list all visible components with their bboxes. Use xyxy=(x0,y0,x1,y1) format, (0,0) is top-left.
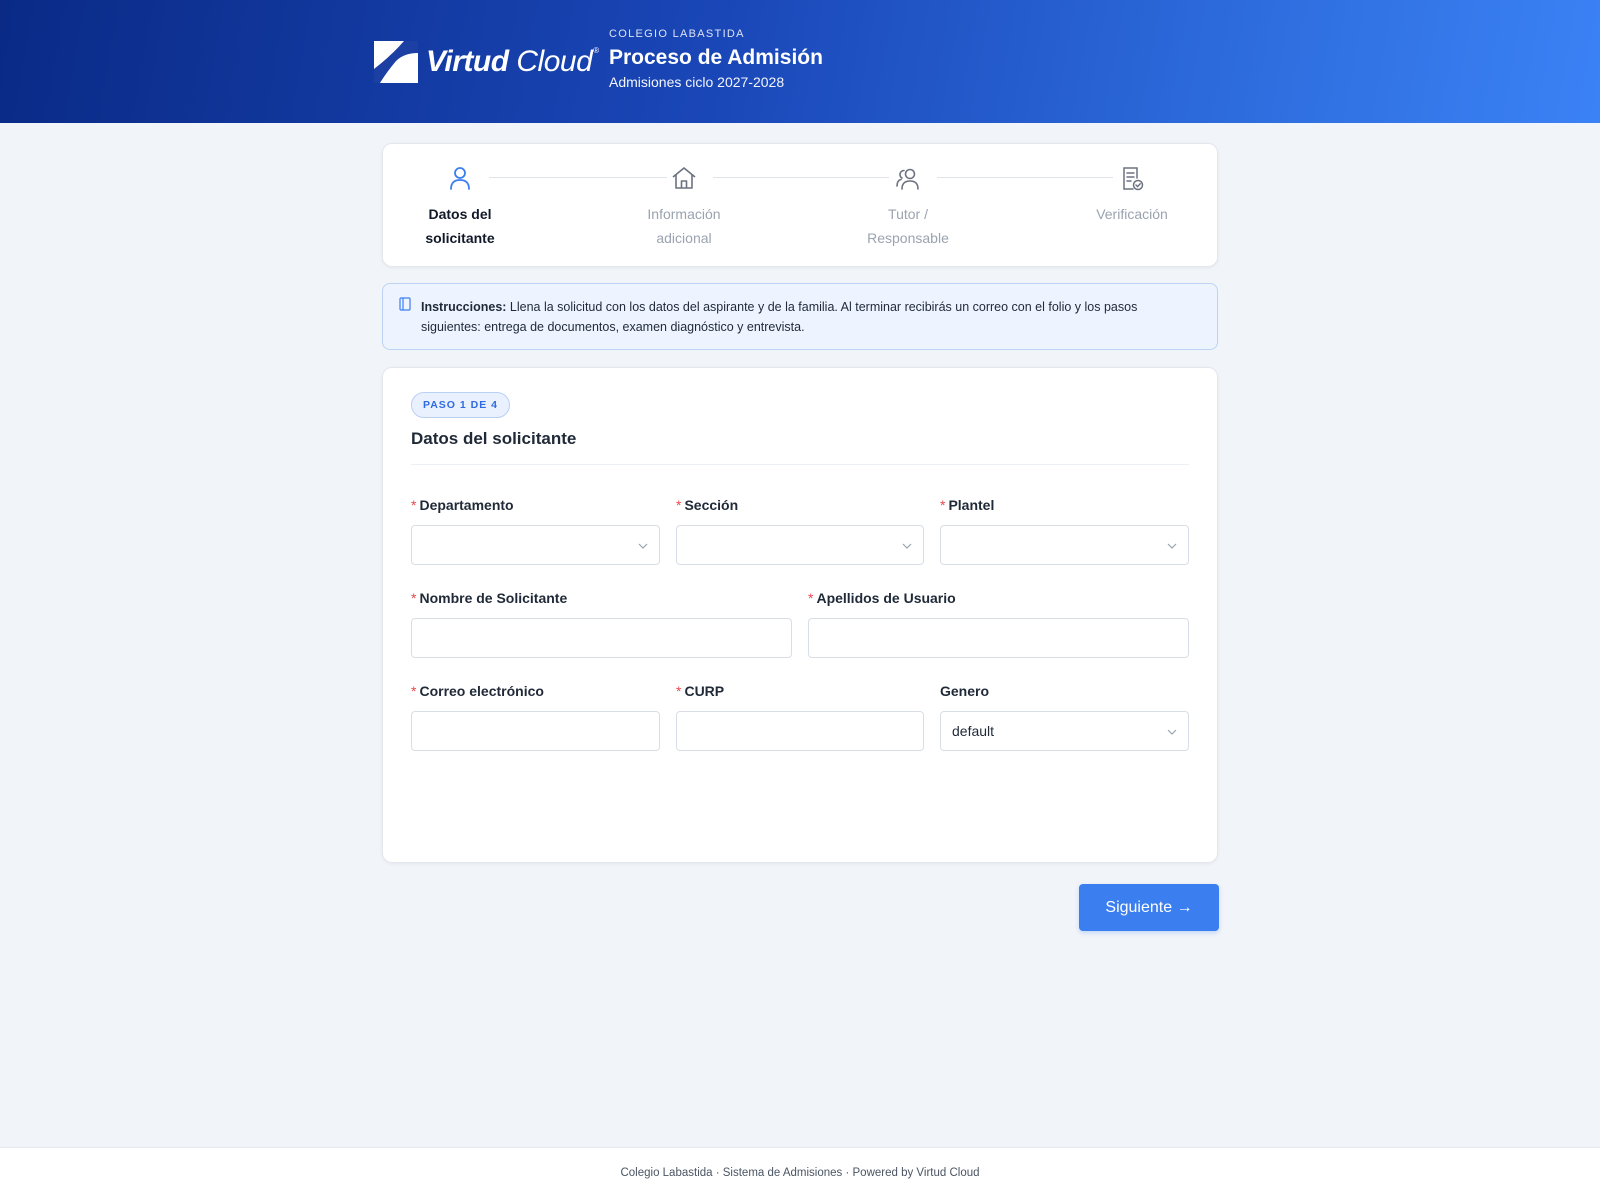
step-label: Responsable xyxy=(867,230,949,246)
step-tutor-responsable[interactable]: Tutor / Responsable xyxy=(833,164,983,250)
required-mark: * xyxy=(676,683,682,699)
form-divider xyxy=(411,464,1189,465)
field-label: Sección xyxy=(684,497,739,513)
step-label: solicitante xyxy=(425,230,495,246)
logo-mark-icon xyxy=(374,41,418,83)
step-informacion-adicional[interactable]: Información adicional xyxy=(609,164,759,250)
chevron-down-icon xyxy=(638,543,648,549)
field-seccion: * Sección xyxy=(676,495,924,565)
step-datos-solicitante[interactable]: Datos del solicitante xyxy=(385,164,535,250)
logo-brand-bold: Virtud xyxy=(426,45,509,78)
field-label: Correo electrónico xyxy=(419,683,544,699)
required-mark: * xyxy=(411,497,417,513)
curp-input[interactable] xyxy=(688,713,912,749)
required-mark: * xyxy=(411,590,417,606)
field-label: Departamento xyxy=(419,497,514,513)
next-button[interactable]: Siguiente → xyxy=(1079,884,1219,931)
house-icon xyxy=(672,167,696,189)
applicant-form: PASO 1 DE 4 Datos del solicitante * Depar… xyxy=(382,367,1218,863)
field-label: Nombre de Solicitante xyxy=(419,590,568,606)
step-label: Tutor / xyxy=(888,206,928,222)
form-title: Datos del solicitante xyxy=(411,429,577,448)
select-value: default xyxy=(952,723,995,739)
book-icon xyxy=(399,297,411,311)
required-mark: * xyxy=(808,590,814,606)
field-departamento: * Departamento xyxy=(411,495,660,565)
field-label: CURP xyxy=(684,683,725,699)
required-mark: * xyxy=(676,497,682,513)
page-title: Proceso de Admisión xyxy=(609,46,823,69)
field-genero: Genero default xyxy=(940,681,1189,751)
required-mark: * xyxy=(940,497,946,513)
field-label: Apellidos de Usuario xyxy=(816,590,956,606)
step-badge: PASO 1 DE 4 xyxy=(411,392,510,418)
field-label: Genero xyxy=(940,683,990,699)
field-curp: * CURP xyxy=(676,681,924,751)
apellidos-input[interactable] xyxy=(820,620,1177,656)
school-name: COLEGIO LABASTIDA xyxy=(609,28,745,40)
virtud-cloud-logo[interactable]: Virtud Cloud ® xyxy=(374,40,599,84)
instructions-text: Llena la solicitud con los datos del asp… xyxy=(421,300,1138,334)
chevron-down-icon xyxy=(1167,729,1177,735)
email-input[interactable] xyxy=(423,713,648,749)
nombre-input[interactable] xyxy=(423,620,780,656)
logo-brand-light: Cloud xyxy=(516,45,593,78)
field-nombre-solicitante: * Nombre de Solicitante xyxy=(411,588,792,658)
instructions-label: Instrucciones: xyxy=(421,300,507,314)
step-verificacion[interactable]: Verificación xyxy=(1057,164,1207,226)
field-plantel: * Plantel xyxy=(940,495,1189,565)
logo-registered-mark: ® xyxy=(593,45,600,55)
step-label: Datos del xyxy=(428,206,492,222)
seccion-select[interactable] xyxy=(676,525,924,565)
footer-text: Colegio Labastida · Sistema de Admisione… xyxy=(620,1167,980,1179)
chevron-down-icon xyxy=(1167,543,1177,549)
required-mark: * xyxy=(411,683,417,699)
genero-select[interactable]: default xyxy=(940,711,1189,751)
plantel-select[interactable] xyxy=(940,525,1189,565)
page-subtitle: Admisiones ciclo 2027-2028 xyxy=(609,74,785,90)
users-icon xyxy=(896,168,919,190)
chevron-down-icon xyxy=(902,543,912,549)
step-progress: Datos del solicitante Información adicio… xyxy=(382,143,1218,267)
user-icon xyxy=(450,167,470,190)
step-label: Información xyxy=(647,206,721,222)
instructions-banner: Instrucciones: Llena la solicitud con lo… xyxy=(382,283,1218,350)
document-check-icon xyxy=(1123,167,1144,191)
step-label: adicional xyxy=(656,230,712,246)
page-footer: Colegio Labastida · Sistema de Admisione… xyxy=(0,1147,1600,1200)
step-label: Verificación xyxy=(1096,206,1168,222)
field-apellidos-usuario: * Apellidos de Usuario xyxy=(808,588,1189,658)
field-correo-electronico: * Correo electrónico xyxy=(411,681,660,751)
departamento-select[interactable] xyxy=(411,525,660,565)
app-header: Virtud Cloud ® COLEGIO LABASTIDA Proceso… xyxy=(0,0,1600,123)
field-label: Plantel xyxy=(948,497,995,513)
